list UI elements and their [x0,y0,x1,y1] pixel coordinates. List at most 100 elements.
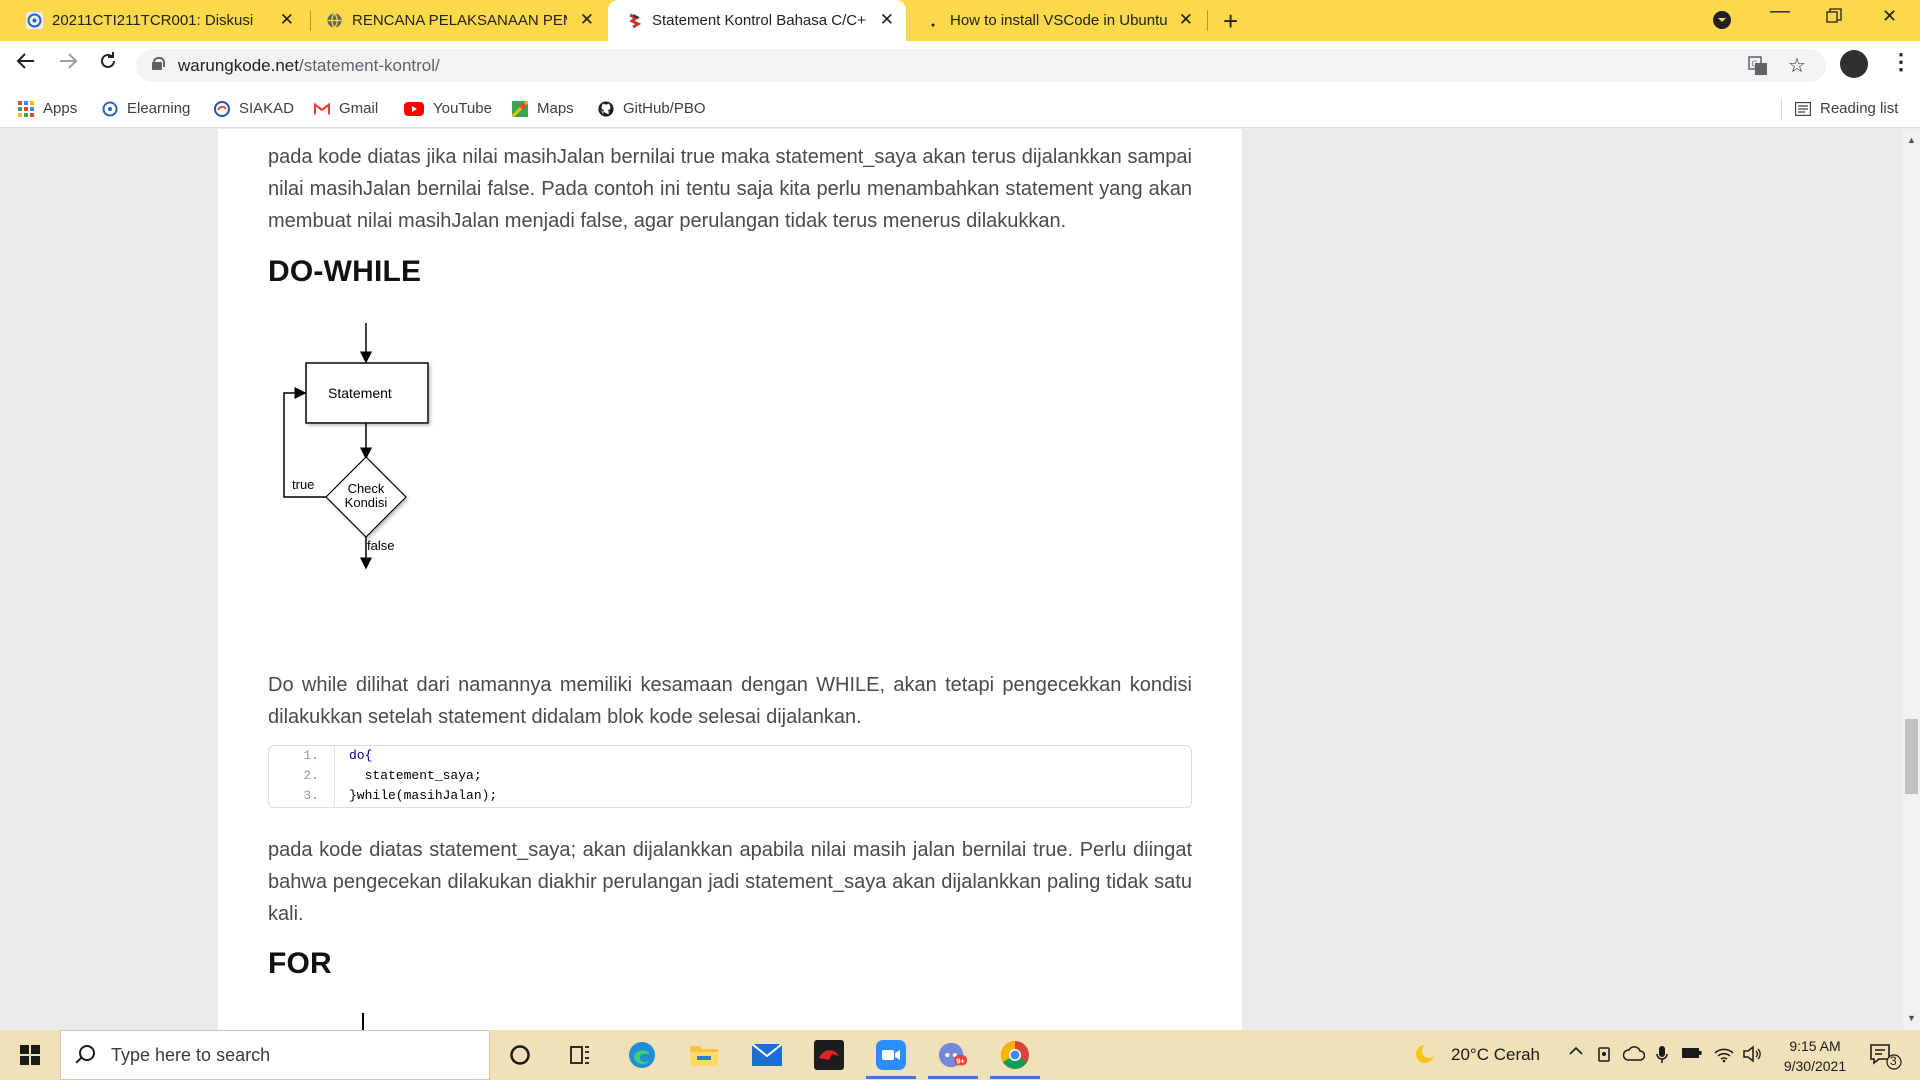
lock-icon[interactable] [152,57,165,70]
close-tab-icon[interactable]: ✕ [880,10,894,30]
reading-list-button[interactable]: Reading list [1795,100,1898,117]
code-line: 2. statement_saya; [269,768,1191,788]
taskbar-search-box[interactable]: Type here to search [60,1030,490,1080]
bookmark-elearning[interactable]: Elearning [102,100,190,117]
show-hidden-icons-chevron[interactable] [1568,1043,1584,1064]
close-tab-icon[interactable]: ✕ [1179,10,1193,30]
cortana-icon[interactable] [505,1040,535,1070]
bookmark-youtube[interactable]: YouTube [404,100,492,117]
paragraph-do-while-note: pada kode diatas statement_saya; akan di… [268,839,1192,925]
flow-false-label: false [367,538,394,553]
meet-now-icon[interactable] [1597,1045,1613,1068]
url-text[interactable]: warungkode.net/statement-kontrol/ [178,56,440,76]
bookmarks-divider [1781,98,1782,120]
code-line: 3. }while(masihJalan); [269,788,1191,808]
tab-diskusi[interactable]: 20211CTI211TCR001: Diskusi ✕ [26,0,306,41]
battery-icon[interactable] [1681,1045,1703,1066]
back-icon[interactable] [16,51,36,77]
forward-icon[interactable] [58,51,78,77]
bookmarks-bar: Apps Elearning SIAKAD Gmail YouTube Maps [0,90,1920,128]
tab-statement-kontrol[interactable]: Statement Kontrol Bahasa C/C++ ✕ [608,0,906,41]
page-viewport: pada kode diatas jika nilai masihJalan b… [0,129,1903,1030]
microphone-icon[interactable] [1655,1045,1669,1070]
clock-time: 9:15 AM [1789,1038,1841,1054]
cloud-sync-icon[interactable] [1622,1045,1646,1068]
flow-true-label: true [292,477,314,492]
reload-icon[interactable] [98,51,118,77]
do-while-flowchart: Statement Check Kondisi true false [283,323,429,570]
notification-icon[interactable]: 3 [1869,1042,1903,1075]
bookmark-label: Elearning [127,100,191,117]
maps-icon [512,100,528,117]
tab-vscode-ubuntu[interactable]: How to install VSCode in Ubuntu ✕ [930,0,1205,41]
globe-icon [326,12,343,29]
minimize-icon[interactable]: — [1770,0,1790,23]
bookmark-label: Maps [537,100,574,117]
bookmark-label: SIAKAD [239,100,295,117]
bookmark-label: Gmail [339,100,379,117]
flow-check-label-2: Kondisi [345,495,388,510]
game-app-icon[interactable] [814,1040,844,1070]
close-window-icon[interactable]: ✕ [1882,6,1897,27]
heading-for: FOR [268,947,332,980]
line-number: 3. [303,788,319,803]
close-tab-icon[interactable]: ✕ [580,10,594,30]
task-view-icon[interactable] [565,1040,595,1070]
youtube-icon [404,101,424,117]
wifi-icon[interactable] [1714,1045,1734,1068]
flow-statement-label: Statement [328,385,392,401]
line-number: 1. [303,748,319,763]
code-block[interactable]: 1. do{ 2. statement_saya; 3. }while(masi… [268,745,1192,808]
discord-icon[interactable]: 9+ [938,1040,968,1070]
for-flowchart-start-line [362,1013,364,1030]
chrome-menu-icon[interactable]: ⋮ [1890,49,1912,75]
scroll-up-arrow[interactable]: ▲ [1907,135,1916,145]
scrollbar-thumb[interactable] [1905,719,1918,794]
heading-do-while: DO-WHILE [268,255,422,288]
bookmark-star-icon[interactable]: ☆ [1788,53,1806,78]
flow-check-label-1: Check [348,481,385,496]
tab-title: How to install VSCode in Ubuntu [950,12,1168,29]
bookmark-siakad[interactable]: SIAKAD [214,100,294,117]
clock[interactable]: 9:15 AM 9/30/2021 [1770,1036,1860,1076]
bookmark-github[interactable]: GitHub/PBO [598,100,706,117]
notification-count-badge: 3 [1890,1054,1897,1068]
profile-avatar[interactable] [1840,50,1868,78]
svg-text:G: G [1752,60,1758,69]
page-scrollbar[interactable]: ▲ ▼ [1903,129,1920,1030]
search-placeholder: Type here to search [111,1045,271,1065]
file-explorer-icon[interactable] [689,1040,719,1070]
bookmark-label: YouTube [433,100,492,117]
code-text: }while(masihJalan); [349,788,498,803]
scroll-down-arrow[interactable]: ▼ [1907,1013,1916,1023]
windows-taskbar: Type here to search 9+ 20°C Cerah 9:15 A… [0,1030,1920,1080]
code-text: do{ [349,748,373,763]
address-bar[interactable]: warungkode.net/statement-kontrol/ G ☆ [136,49,1826,82]
browser-toolbar: warungkode.net/statement-kontrol/ G ☆ ⋮ [0,41,1920,90]
siakad-icon [214,100,230,117]
bookmark-maps[interactable]: Maps [512,100,574,117]
tab-rencana[interactable]: RENCANA PELAKSANAAN PEMB ✕ [326,0,606,41]
new-tab-icon[interactable]: + [1223,6,1238,37]
gmail-icon [314,101,330,117]
mail-icon[interactable] [752,1040,782,1070]
elearning-icon [26,12,43,29]
apps-grid-icon [18,100,34,117]
weather-text[interactable]: 20°C Cerah [1451,1045,1540,1065]
bookmark-apps[interactable]: Apps [18,100,77,117]
tab-title: RENCANA PELAKSANAAN PEMB [352,12,567,29]
chrome-icon[interactable] [1000,1040,1030,1070]
zoom-icon[interactable] [876,1040,906,1070]
restore-icon[interactable] [1826,8,1842,29]
volume-icon[interactable] [1742,1045,1762,1068]
windows-start-icon[interactable] [20,1045,40,1065]
bookmark-gmail[interactable]: Gmail [314,100,378,117]
paragraph-do-while-explanation: Do while dilihat dari namannya memiliki … [268,674,1192,728]
edge-icon[interactable] [627,1040,657,1070]
close-tab-icon[interactable]: ✕ [280,10,294,30]
reading-list-label: Reading list [1820,100,1899,117]
article-body: pada kode diatas jika nilai masihJalan b… [218,129,1242,1030]
translate-icon[interactable]: G [1748,56,1768,81]
tab-search-icon[interactable] [1712,10,1732,35]
weather-moon-icon[interactable] [1413,1042,1437,1071]
